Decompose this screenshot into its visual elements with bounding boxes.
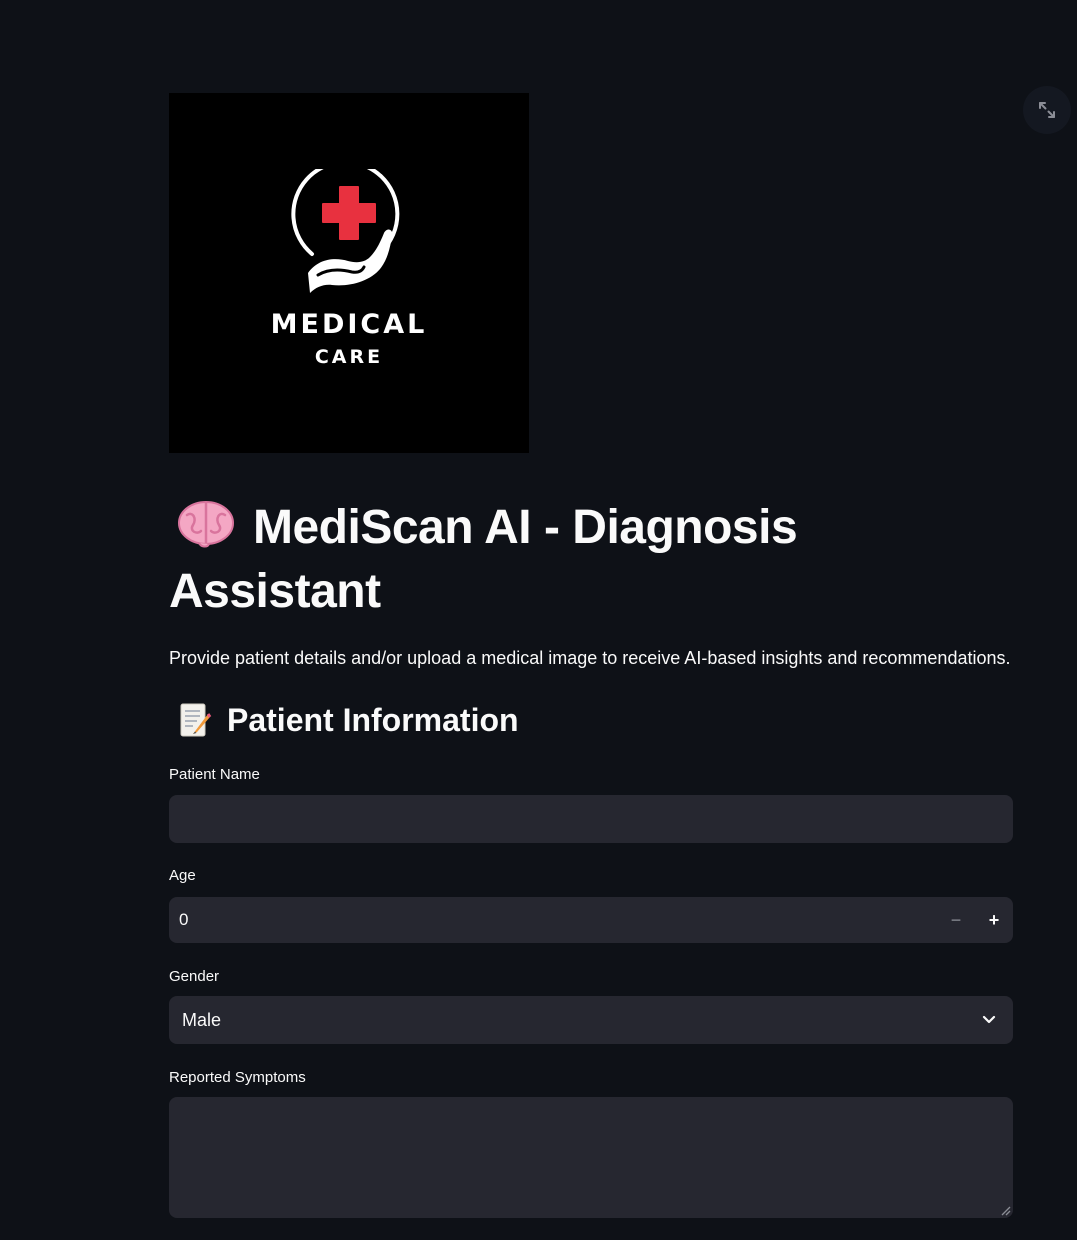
age-decrement-button[interactable]: − — [937, 897, 975, 943]
patient-name-input[interactable] — [169, 795, 1013, 843]
app-page: MEDICAL CARE MediScan AI - Diagnosis Ass… — [0, 0, 1077, 1240]
fullscreen-button[interactable] — [1023, 86, 1071, 134]
gender-select[interactable]: Male — [169, 996, 1013, 1044]
page-title: MediScan AI - Diagnosis Assistant — [169, 496, 869, 624]
age-value[interactable]: 0 — [169, 910, 937, 930]
logo-word-care: CARE — [314, 346, 384, 368]
gender-label: Gender — [169, 968, 220, 985]
hand-holding-medical-cross-icon — [291, 169, 400, 293]
logo-image: MEDICAL CARE — [169, 93, 529, 453]
expand-arrows-icon — [1039, 102, 1055, 118]
logo-word-medical: MEDICAL — [270, 309, 428, 340]
symptoms-label: Reported Symptoms — [169, 1069, 306, 1086]
age-number-input[interactable]: 0 − + — [169, 897, 1013, 943]
age-increment-button[interactable]: + — [975, 897, 1013, 943]
symptoms-textarea[interactable] — [169, 1097, 1013, 1218]
age-label: Age — [169, 867, 196, 884]
memo-icon — [180, 703, 212, 737]
chevron-down-icon[interactable] — [965, 1015, 1013, 1025]
page-subtitle: Provide patient details and/or upload a … — [169, 648, 1011, 668]
section-title-text: Patient Information — [227, 701, 519, 738]
page-title-text: MediScan AI - Diagnosis Assistant — [169, 501, 798, 618]
section-title-patient-information: Patient Information — [169, 700, 519, 740]
gender-selected-value: Male — [182, 1009, 222, 1030]
resize-handle-icon[interactable] — [999, 1204, 1011, 1216]
brain-icon — [178, 501, 234, 548]
patient-name-label: Patient Name — [169, 766, 260, 783]
